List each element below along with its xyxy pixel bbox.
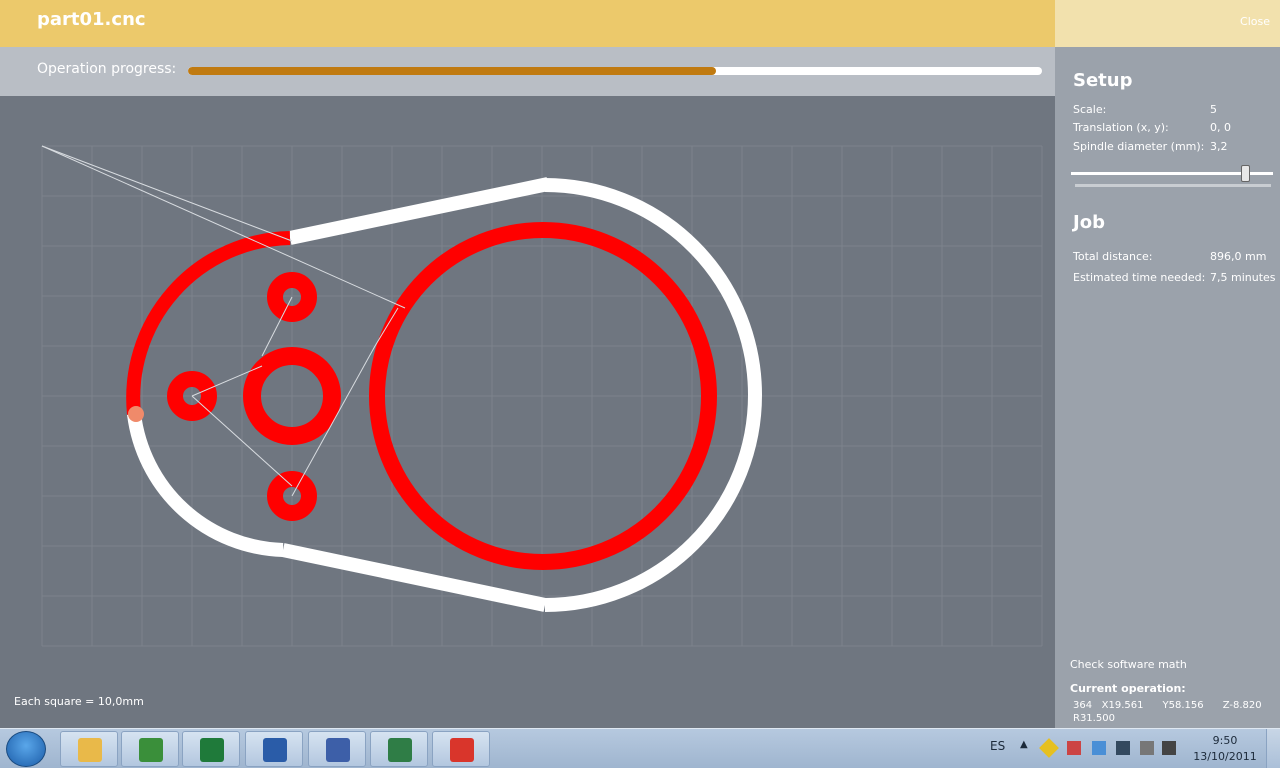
show-desktop-button[interactable] <box>1266 729 1280 768</box>
network-tool-icon <box>326 738 350 762</box>
translation-label: Translation (x, y): <box>1073 121 1169 134</box>
close-button[interactable]: Close <box>1240 15 1270 28</box>
toolpath-drawing <box>41 145 1043 647</box>
toolpath-canvas: Each square = 10,0mm <box>0 96 1055 728</box>
language-indicator[interactable]: ES <box>990 739 1005 753</box>
csharp-icon <box>388 738 412 762</box>
clock-date[interactable]: 13/10/2011 <box>1190 750 1260 763</box>
scale-label: Scale: <box>1073 103 1107 116</box>
power-icon[interactable] <box>1162 741 1176 755</box>
taskbar-app-button[interactable] <box>432 731 490 767</box>
word-icon <box>263 738 287 762</box>
progress-fill <box>188 67 716 75</box>
scale-note: Each square = 10,0mm <box>14 695 144 708</box>
translation-value: 0, 0 <box>1210 121 1231 134</box>
pending-path <box>127 413 284 557</box>
spindle-slider-ticks <box>1075 184 1271 187</box>
taskbar-app-button[interactable] <box>182 731 240 767</box>
notification-icon[interactable] <box>1039 738 1059 758</box>
taskbar-app-button[interactable] <box>121 731 179 767</box>
excel-icon <box>200 738 224 762</box>
clock-time[interactable]: 9:50 <box>1205 734 1245 747</box>
taskbar-app-button[interactable] <box>245 731 303 767</box>
explorer-icon <box>78 738 102 762</box>
cnc-app-icon <box>450 738 474 762</box>
app-title: part01.cnc <box>37 9 146 30</box>
taskbar-app-button[interactable] <box>60 731 118 767</box>
taskbar-app-button[interactable] <box>308 731 366 767</box>
side-panel: Close Setup Scale: 5 Translation (x, y):… <box>1055 0 1280 728</box>
taskbar: ES ▲ 9:50 13/10/2011 <box>0 728 1280 768</box>
spindle-slider-thumb[interactable] <box>1240 165 1250 182</box>
pending-path <box>544 178 762 612</box>
dropbox-icon[interactable] <box>1092 741 1106 755</box>
tool-position-marker <box>128 406 144 422</box>
job-title: Job <box>1073 212 1105 233</box>
tray-expand-icon[interactable]: ▲ <box>1020 739 1028 750</box>
spindle-label: Spindle diameter (mm): <box>1073 140 1205 153</box>
flag-icon[interactable] <box>1067 741 1081 755</box>
chrome-icon <box>139 738 163 762</box>
progress-track <box>188 67 1042 75</box>
start-button[interactable] <box>6 731 46 767</box>
progress-label: Operation progress: <box>37 61 177 77</box>
taskbar-app-button[interactable] <box>370 731 428 767</box>
side-panel-header: Close <box>1055 0 1280 47</box>
current-operation-coords: 364 X19.561 Y58.156 Z-8.820 <box>1073 700 1262 711</box>
current-operation-title: Current operation: <box>1070 682 1186 695</box>
setup-title: Setup <box>1073 70 1133 91</box>
current-operation-radius: R31.500 <box>1073 713 1115 724</box>
travel-move <box>291 345 376 497</box>
travel-move <box>41 145 293 242</box>
estimated-time-label: Estimated time needed: <box>1073 271 1206 284</box>
estimated-time-value: 7,5 minutes <box>1210 271 1276 284</box>
total-distance-label: Total distance: <box>1073 250 1153 263</box>
volume-muted-icon[interactable] <box>1140 741 1154 755</box>
signal-icon[interactable] <box>1116 741 1130 755</box>
total-distance-value: 896,0 mm <box>1210 250 1267 263</box>
check-software-math-link[interactable]: Check software math <box>1070 658 1187 671</box>
title-bar: part01.cnc <box>0 0 1055 47</box>
spindle-value: 3,2 <box>1210 140 1228 153</box>
scale-value: 5 <box>1210 103 1217 116</box>
progress-row: Operation progress: <box>0 47 1055 96</box>
